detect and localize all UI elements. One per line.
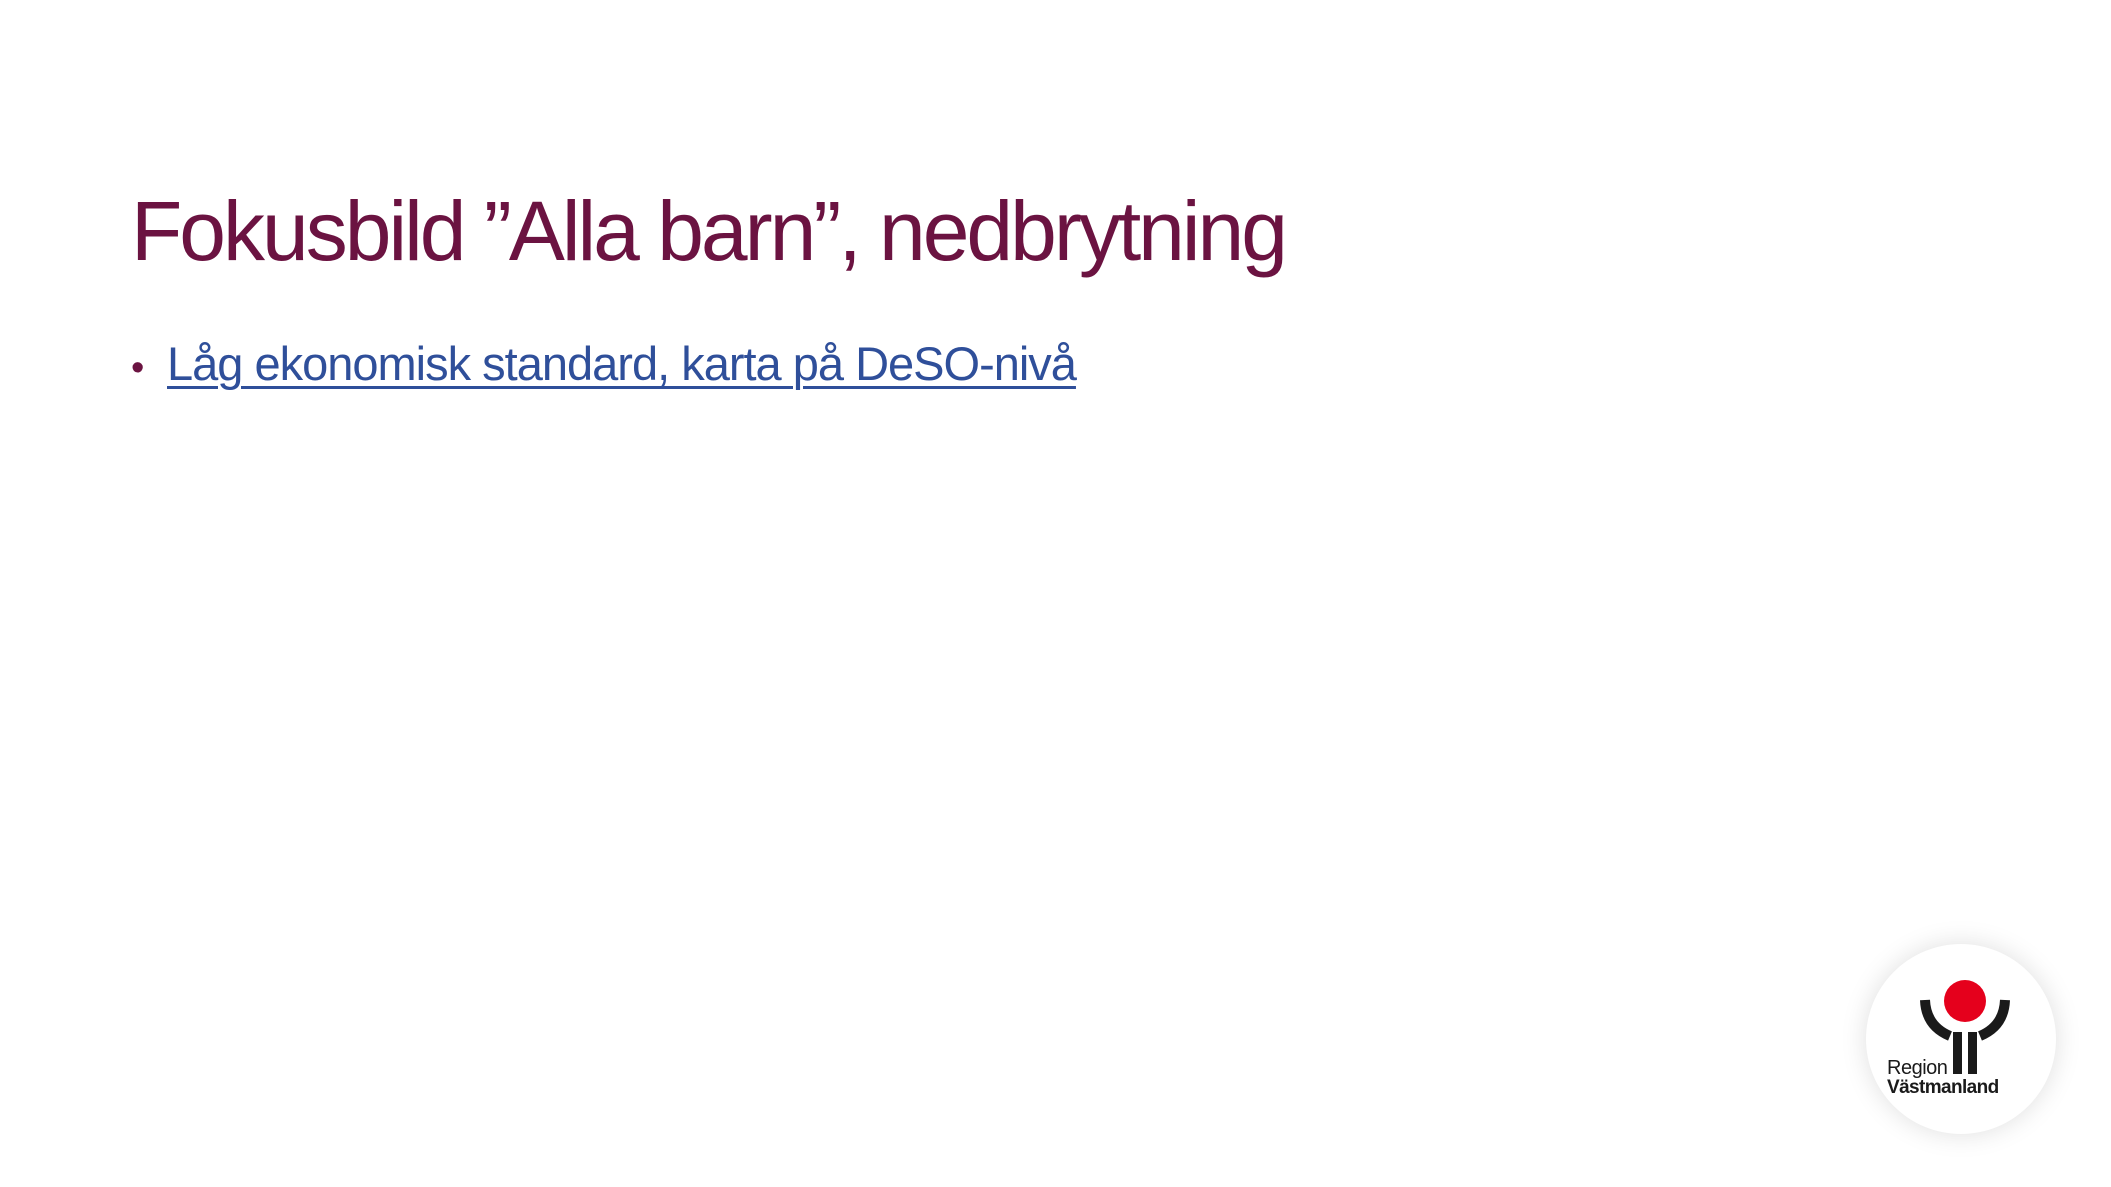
bullet-icon: • [131,347,145,389]
logo-red-circle [1944,980,1986,1022]
slide-title: Fokusbild ”Alla barn”, nedbrytning [131,184,1288,278]
logo-black-stem-right [1968,1032,1977,1074]
region-logo-badge: Region Västmanland [1866,944,2056,1134]
bullet-list: • Låg ekonomisk standard, karta på DeSO-… [131,335,1077,394]
region-vastmanland-logo-icon [1920,980,2010,1074]
list-item: • Låg ekonomisk standard, karta på DeSO-… [131,335,1077,394]
slide: Fokusbild ”Alla barn”, nedbrytning • Låg… [0,0,2111,1187]
logo-black-stem-left [1953,1032,1962,1074]
low-economic-standard-map-link[interactable]: Låg ekonomisk standard, karta på DeSO-ni… [167,335,1077,394]
logo-text-county: Västmanland [1887,1077,1999,1098]
